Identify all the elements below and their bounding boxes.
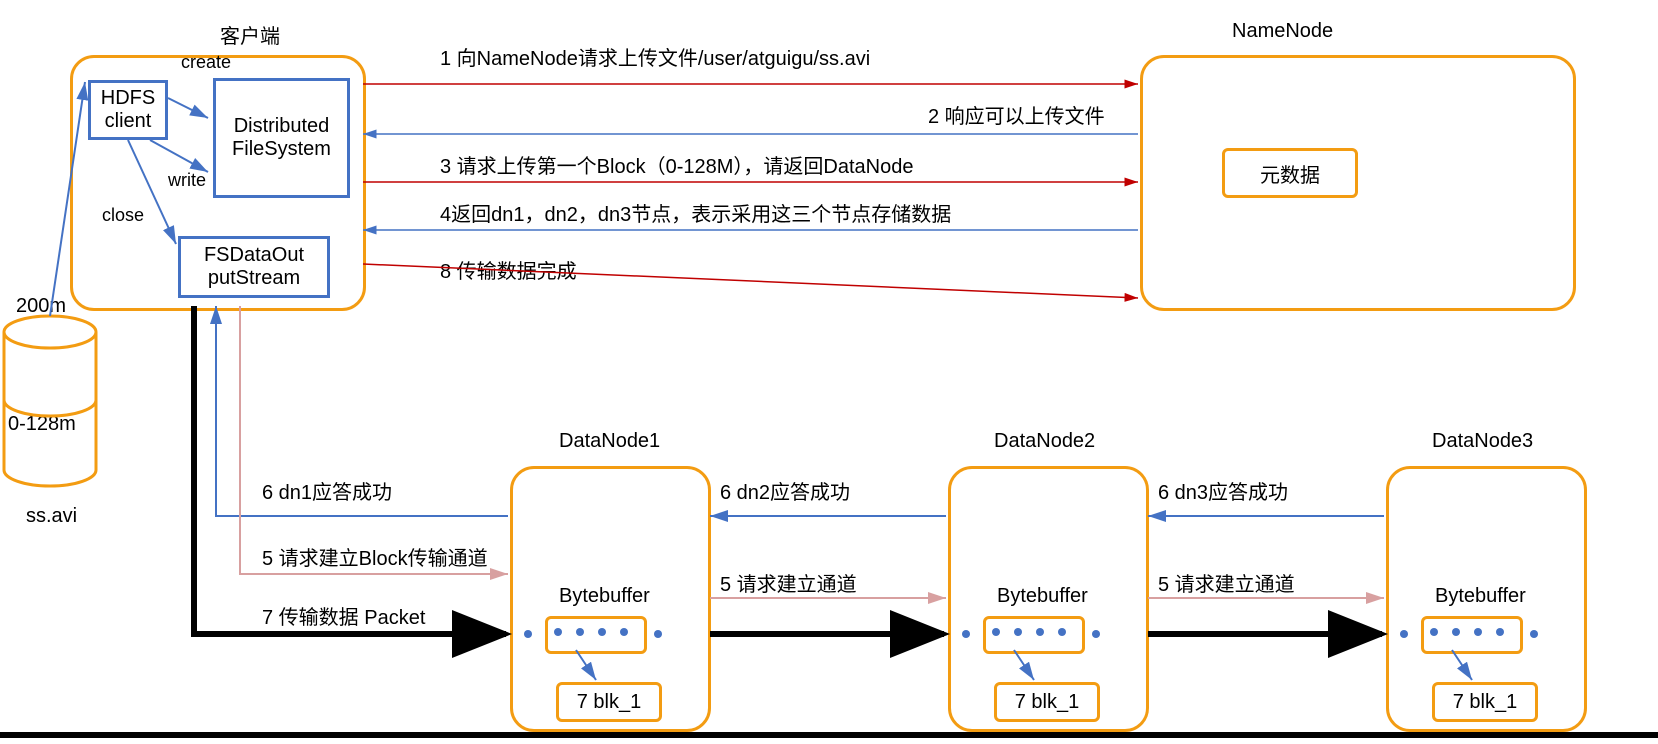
metadata-box: 元数据 <box>1222 148 1358 198</box>
dn2-title: DataNode2 <box>994 430 1095 453</box>
hdfs-client-box: HDFS client <box>88 80 168 140</box>
dn3-bytebuffer-label: Bytebuffer <box>1435 585 1526 608</box>
fs-output-stream-label: FSDataOut putStream <box>204 244 304 290</box>
file-cylinder-icon <box>4 316 96 486</box>
step-5a-label: 5 请求建立Block传输通道 <box>262 542 488 571</box>
create-label: create <box>181 52 231 73</box>
step-7-arrow <box>194 306 506 634</box>
fs-output-stream-box: FSDataOut putStream <box>178 236 330 298</box>
dn1-title: DataNode1 <box>559 430 660 453</box>
step-7-label: 7 传输数据 Packet <box>262 601 425 630</box>
step-5b-label: 5 请求建立通道 <box>720 568 857 597</box>
dn2-bytebuffer-label: Bytebuffer <box>997 585 1088 608</box>
step-4-label: 4返回dn1，dn2，dn3节点，表示采用这三个节点存储数据 <box>440 198 951 227</box>
metadata-label: 元数据 <box>1260 159 1320 188</box>
write-label: write <box>168 170 206 191</box>
step-6a-label: 6 dn1应答成功 <box>262 476 392 505</box>
dn3-buffer-box <box>1421 616 1523 654</box>
distributed-fs-box: Distributed FileSystem <box>213 78 350 198</box>
file-block-label: 0-128m <box>8 413 76 436</box>
step-8-label: 8 传输数据完成 <box>440 255 577 284</box>
namenode-title: NameNode <box>1232 20 1333 43</box>
step-5a-arrow <box>240 306 508 574</box>
dn3-title: DataNode3 <box>1432 430 1533 453</box>
step-2-label: 2 响应可以上传文件 <box>928 100 1105 129</box>
client-title: 客户端 <box>220 20 280 49</box>
close-label: close <box>102 205 144 226</box>
step-1-label: 1 向NameNode请求上传文件/user/atguigu/ss.avi <box>440 42 870 71</box>
step-6c-label: 6 dn3应答成功 <box>1158 476 1288 505</box>
dn1-buffer-box <box>545 616 647 654</box>
step-6b-label: 6 dn2应答成功 <box>720 476 850 505</box>
dn2-blk-box: 7 blk_1 <box>994 682 1100 722</box>
dn1-bytebuffer-label: Bytebuffer <box>559 585 650 608</box>
hdfs-client-label: HDFS client <box>101 87 155 133</box>
dn1-blk-label: 7 blk_1 <box>577 691 642 714</box>
file-size-label: 200m <box>16 295 66 318</box>
dn1-blk-box: 7 blk_1 <box>556 682 662 722</box>
dn3-blk-box: 7 blk_1 <box>1432 682 1538 722</box>
step-3-label: 3 请求上传第一个Block（0-128M），请返回DataNode <box>440 150 913 179</box>
bottom-border <box>0 732 1658 738</box>
namenode-box <box>1140 55 1576 311</box>
dn2-buffer-box <box>983 616 1085 654</box>
file-name-label: ss.avi <box>26 505 77 528</box>
distributed-fs-label: Distributed FileSystem <box>220 115 343 161</box>
dn3-blk-label: 7 blk_1 <box>1453 691 1518 714</box>
step-5c-label: 5 请求建立通道 <box>1158 568 1295 597</box>
dn2-blk-label: 7 blk_1 <box>1015 691 1080 714</box>
